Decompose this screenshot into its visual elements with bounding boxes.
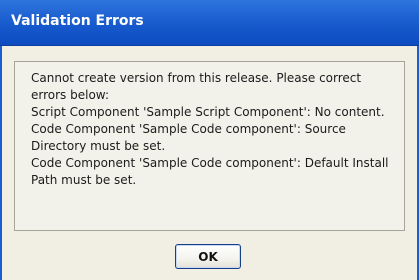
error-message-panel: Cannot create version from this release.…: [14, 61, 405, 231]
dialog-title: Validation Errors: [11, 13, 144, 29]
ok-button[interactable]: OK: [175, 244, 241, 269]
error-message-line: Code Component 'Sample Code component': …: [31, 122, 346, 153]
validation-errors-dialog: Validation Errors Cannot create version …: [0, 0, 419, 280]
error-message-line: Code Component 'Sample Code component': …: [31, 156, 389, 187]
error-message-line: Cannot create version from this release.…: [31, 71, 362, 102]
error-message-list: Cannot create version from this release.…: [31, 70, 391, 189]
error-message-line: Script Component 'Sample Script Componen…: [31, 105, 385, 119]
dialog-title-bar[interactable]: Validation Errors: [0, 0, 419, 46]
dialog-body: Cannot create version from this release.…: [0, 46, 419, 280]
